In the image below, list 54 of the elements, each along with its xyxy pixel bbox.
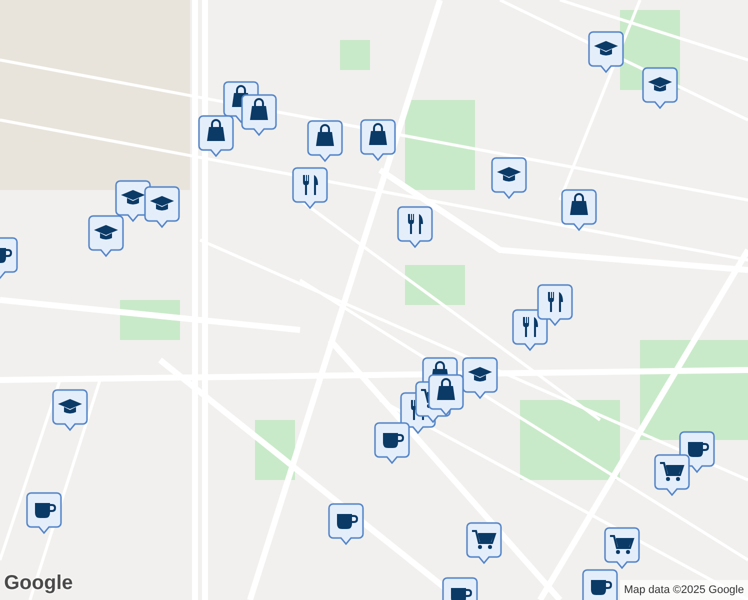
map-marker[interactable] [198, 115, 234, 157]
map-attribution: Map data ©2025 Google [620, 580, 748, 600]
fork-and-knife-icon [548, 292, 563, 312]
coffee-cup-icon [383, 433, 404, 448]
shopping-cart-icon [660, 462, 684, 481]
map-marker[interactable] [292, 167, 328, 209]
graduation-cap-icon [58, 399, 82, 414]
shopping-bag-icon [369, 123, 387, 145]
map-marker[interactable] [307, 120, 343, 162]
shopping-bag-icon [316, 124, 334, 146]
map-marker[interactable] [241, 94, 277, 136]
map-marker[interactable] [52, 389, 88, 431]
fork-and-knife-icon [303, 175, 318, 195]
fork-and-knife-icon [523, 317, 538, 337]
map-marker[interactable] [582, 569, 618, 600]
map-marker[interactable] [328, 503, 364, 545]
google-logo: Google [4, 571, 73, 596]
coffee-cup-icon [688, 442, 709, 457]
map-marker[interactable] [360, 119, 396, 161]
graduation-cap-icon [150, 196, 174, 210]
map-marker[interactable] [642, 67, 678, 109]
map-marker[interactable] [88, 215, 124, 257]
map-marker[interactable] [428, 374, 464, 416]
map-marker[interactable] [462, 357, 498, 399]
shopping-bag-icon [570, 193, 588, 215]
fork-and-knife-icon [408, 214, 423, 234]
map-marker[interactable] [588, 31, 624, 73]
graduation-cap-icon [497, 167, 521, 182]
coffee-cup-icon [337, 514, 358, 529]
shopping-bag-icon [250, 98, 268, 120]
graduation-cap-icon [468, 367, 492, 382]
map-marker[interactable] [466, 522, 502, 564]
map-marker[interactable] [537, 284, 573, 326]
graduation-cap-icon [121, 190, 145, 204]
map-marker[interactable] [397, 206, 433, 248]
coffee-cup-icon [451, 588, 472, 600]
coffee-cup-icon [0, 248, 12, 263]
graduation-cap-icon [648, 77, 672, 92]
map-marker[interactable] [654, 454, 690, 496]
map-marker[interactable] [561, 189, 597, 231]
shopping-cart-icon [472, 530, 496, 549]
map-marker[interactable] [512, 309, 548, 351]
map-marker[interactable] [374, 422, 410, 464]
shopping-bag-icon [207, 119, 225, 141]
map-marker[interactable] [604, 527, 640, 569]
graduation-cap-icon [594, 41, 618, 56]
graduation-cap-icon [94, 225, 118, 240]
map-marker[interactable] [491, 157, 527, 199]
coffee-cup-icon [591, 580, 612, 595]
shopping-bag-icon [437, 378, 455, 400]
map-marker[interactable] [26, 492, 62, 534]
map-marker[interactable] [144, 186, 180, 228]
shopping-cart-icon [610, 535, 634, 554]
coffee-cup-icon [35, 503, 56, 518]
